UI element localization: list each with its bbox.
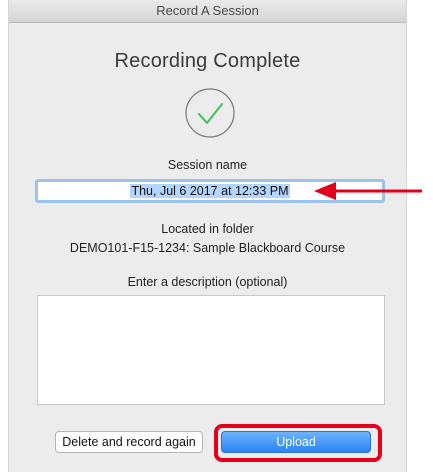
arrow-left-icon xyxy=(314,182,422,200)
folder-value: DEMO101-F15-1234: Sample Blackboard Cour… xyxy=(69,241,346,255)
page-title: Recording Complete xyxy=(114,50,301,72)
description-label: Enter a description (optional) xyxy=(127,275,288,289)
window-title: Record A Session xyxy=(9,0,406,23)
session-name-label: Session name xyxy=(167,158,248,172)
session-name-value[interactable]: Thu, Jul 6 2017 at 12:33 PM xyxy=(130,184,290,198)
record-session-window: Record A Session Recording Complete Sess… xyxy=(8,0,407,472)
description-field[interactable] xyxy=(37,295,385,405)
checkmark-circle-icon xyxy=(185,88,235,138)
folder-label: Located in folder xyxy=(161,222,254,236)
delete-and-record-again-button[interactable]: Delete and record again xyxy=(55,431,203,453)
upload-highlight-box xyxy=(214,424,382,462)
